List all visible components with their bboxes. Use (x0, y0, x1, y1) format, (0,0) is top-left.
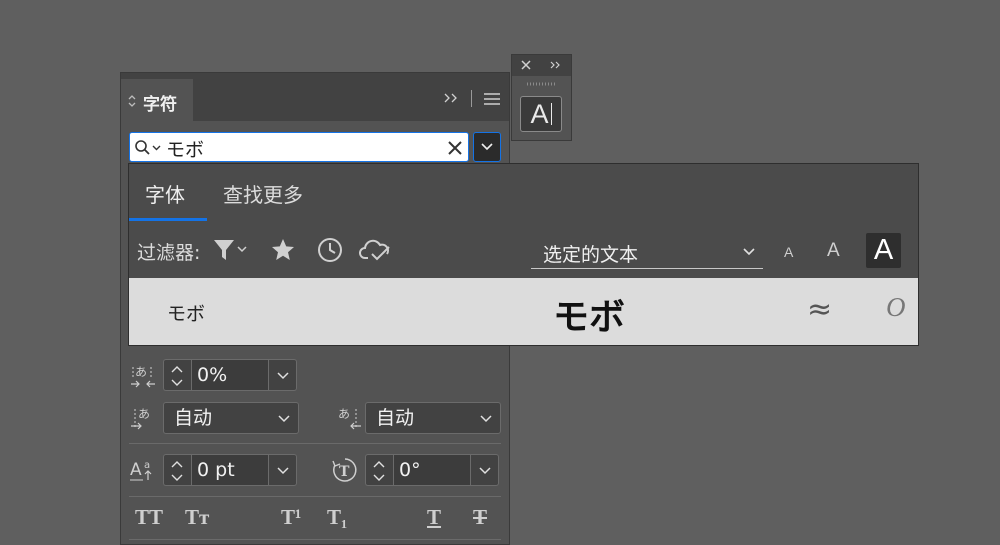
svg-text:T: T (339, 464, 350, 480)
aki-right-value: 自动 (376, 407, 415, 429)
tab-find-more[interactable]: 查找更多 (223, 179, 303, 208)
svg-text:あ: あ (135, 365, 147, 379)
tracking-stepper[interactable] (163, 359, 191, 391)
aki-left-icon: あ (129, 404, 157, 432)
font-search-box[interactable] (129, 132, 469, 162)
filter-funnel-icon[interactable] (212, 238, 252, 262)
preview-text-value: 选定的文本 (543, 244, 639, 266)
clear-search-icon[interactable] (446, 139, 464, 157)
character-panel-button[interactable]: A (520, 96, 562, 132)
small-caps-button[interactable]: Tт (185, 505, 209, 530)
panel-header: 字符 (121, 73, 509, 121)
font-list-popup: 字体 查找更多 过滤器: 选定的文本 A A A モボ モボ ≈ O (128, 163, 919, 346)
font-list-dropdown-button[interactable] (473, 132, 501, 162)
preview-size-small-button[interactable]: A (784, 244, 793, 260)
svg-text:あ: あ (138, 407, 150, 421)
aki-left-value: 自动 (174, 407, 213, 429)
drag-grip-icon[interactable] (526, 82, 556, 86)
preview-size-large-button[interactable]: A (866, 233, 901, 268)
font-search-input[interactable] (166, 135, 436, 161)
aki-right-select[interactable]: 自动 (365, 402, 501, 434)
mini-panel-header (512, 55, 571, 76)
opentype-font-icon: O (886, 292, 906, 322)
character-rotation-stepper[interactable] (365, 454, 393, 486)
preview-text-select[interactable]: 选定的文本 (531, 237, 763, 269)
aki-left-select[interactable]: 自动 (163, 402, 299, 434)
favorites-star-icon[interactable] (270, 237, 296, 263)
superscript-button[interactable]: T¹ (281, 505, 301, 530)
active-tab-indicator (129, 218, 207, 221)
character-rotation-dropdown[interactable] (471, 454, 499, 486)
character-rotation-icon: T (331, 456, 359, 484)
tab-title: 字符 (143, 95, 177, 115)
tracking-field[interactable]: 0% (191, 359, 269, 391)
row-divider (129, 496, 501, 497)
expand-panel-icon[interactable] (443, 91, 461, 105)
strikethrough-button[interactable]: T (473, 505, 487, 530)
baseline-shift-dropdown[interactable] (269, 454, 297, 486)
all-caps-button[interactable]: TT (135, 505, 163, 530)
preview-size-medium-button[interactable]: A (827, 240, 840, 262)
filter-label: 过滤器: (137, 242, 201, 264)
tracking-dropdown[interactable] (269, 359, 297, 391)
show-similar-fonts-icon[interactable]: ≈ (807, 292, 832, 327)
character-rotation-field[interactable]: 0° (393, 454, 471, 486)
close-icon[interactable] (520, 59, 532, 71)
tracking-icon: あ (129, 362, 157, 390)
aki-right-icon: あ (335, 404, 363, 432)
underline-button[interactable]: T (427, 505, 441, 530)
font-name: モボ (167, 303, 206, 325)
font-result-row[interactable]: モボ モボ ≈ O (129, 278, 918, 345)
panel-menu-icon[interactable] (483, 92, 501, 106)
collapsed-character-panel: A (511, 54, 572, 141)
text-cursor-icon (550, 102, 552, 125)
baseline-shift-icon: Aa (129, 456, 157, 484)
character-panel-button-label: A (530, 99, 549, 129)
row-divider (129, 539, 501, 540)
subscript-button[interactable]: T₁ (327, 505, 347, 530)
header-divider (471, 90, 472, 107)
recent-clock-icon[interactable] (316, 236, 344, 264)
baseline-shift-stepper[interactable] (163, 454, 191, 486)
svg-text:a: a (144, 460, 150, 471)
expand-panel-icon[interactable] (550, 60, 562, 70)
activated-fonts-cloud-icon[interactable] (359, 236, 393, 264)
svg-text:A: A (130, 460, 142, 480)
svg-text:あ: あ (338, 407, 350, 421)
collapse-arrows-icon[interactable] (127, 93, 139, 109)
tab-fonts[interactable]: 字体 (145, 179, 185, 208)
tab-character[interactable]: 字符 (121, 79, 193, 121)
search-options-icon[interactable] (134, 139, 162, 157)
baseline-shift-field[interactable]: 0 pt (191, 454, 269, 486)
font-sample: モボ (553, 297, 626, 338)
row-divider (129, 443, 501, 444)
